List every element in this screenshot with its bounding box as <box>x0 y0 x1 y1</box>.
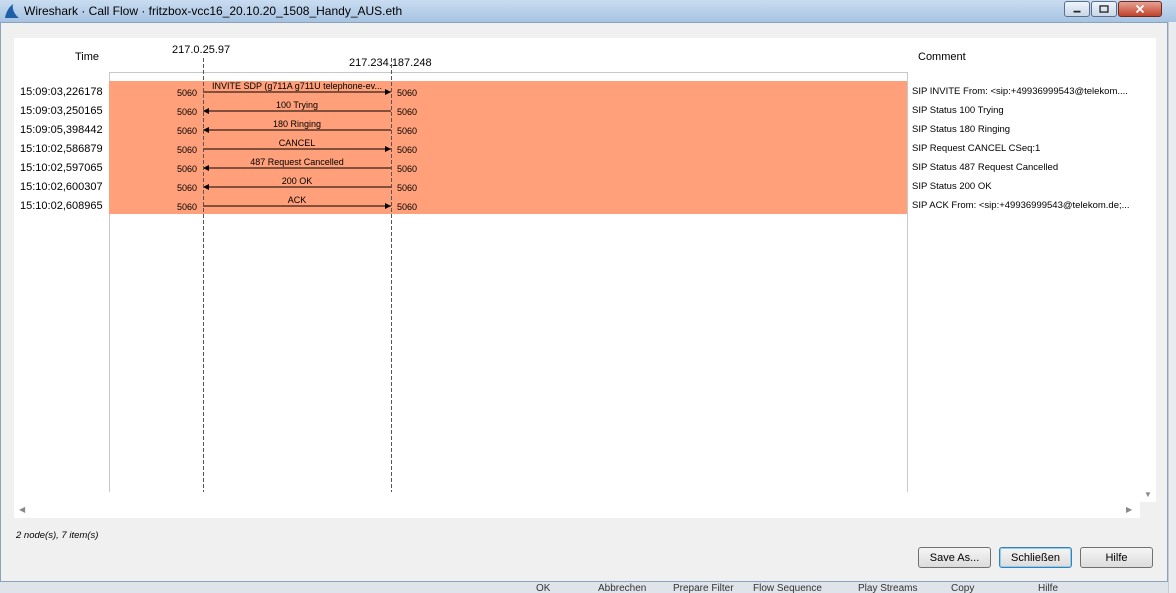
destination-port-label: 5060 <box>397 164 417 174</box>
flow-graph[interactable]: Time Comment 217.0.25.97 217.234.187.248… <box>14 38 1140 502</box>
destination-port-label: 5060 <box>397 126 417 136</box>
node-label-a: 217.0.25.97 <box>172 44 231 56</box>
save-as-button[interactable]: Save As... <box>918 547 991 568</box>
destination-port-label: 5060 <box>397 202 417 212</box>
flow-comment-cell: SIP Status 200 OK <box>912 181 992 192</box>
flow-comment-cell: SIP INVITE From: <sip:+49936999543@telek… <box>912 86 1128 97</box>
source-port-label: 5060 <box>177 145 197 155</box>
source-port-label: 5060 <box>177 126 197 136</box>
flow-comment-cell: SIP Status 487 Request Cancelled <box>912 162 1059 173</box>
maximize-icon <box>1099 5 1109 13</box>
flow-diagram: INVITE SDP (g711A g711U telephone-ev... 5… <box>109 81 907 214</box>
flow-top-border <box>109 72 907 73</box>
flow-time-cell: 15:09:03,250165 <box>20 105 103 117</box>
window-title: Wireshark · Call Flow · fritzbox-vcc16_2… <box>24 4 403 18</box>
bg-play-streams-label: Play Streams <box>858 583 918 593</box>
close-dialog-button[interactable]: Schließen <box>999 547 1072 568</box>
close-window-button[interactable] <box>1118 1 1162 17</box>
destination-port-label: 5060 <box>397 183 417 193</box>
scroll-left-arrow-icon[interactable]: ◀ <box>19 506 25 514</box>
vertical-scrollbar[interactable]: ▼ <box>1140 38 1156 502</box>
scroll-down-arrow-icon[interactable]: ▼ <box>1144 491 1152 499</box>
flow-comment-cell: SIP Status 180 Ringing <box>912 124 1011 135</box>
source-port-label: 5060 <box>177 183 197 193</box>
source-port-label: 5060 <box>177 164 197 174</box>
window-titlebar[interactable]: Wireshark · Call Flow · fritzbox-vcc16_2… <box>0 0 1176 23</box>
flow-right-border <box>907 72 908 492</box>
time-column-header: Time <box>75 51 100 63</box>
scroll-right-arrow-icon[interactable]: ▶ <box>1126 506 1132 514</box>
bg-help-label: Hilfe <box>1038 583 1059 593</box>
source-port-label: 5060 <box>177 88 197 98</box>
bg-flow-sequence-label: Flow Sequence <box>753 583 822 593</box>
flow-message-label: 100 Trying <box>276 100 318 110</box>
source-port-label: 5060 <box>177 107 197 117</box>
flow-time-cell: 15:10:02,608965 <box>20 200 103 212</box>
flow-message-label: 180 Ringing <box>273 119 321 129</box>
flow-comment-cell: SIP Status 100 Trying <box>912 105 1004 116</box>
minimize-icon <box>1073 10 1081 13</box>
bg-copy-label: Copy <box>951 583 975 593</box>
node-label-b: 217.234.187.248 <box>349 57 432 69</box>
background-toolbar: OK Abbrechen Prepare Filter Flow Sequenc… <box>0 582 1168 593</box>
flow-message-label: 487 Request Cancelled <box>250 157 344 167</box>
flow-time-cell: 15:10:02,597065 <box>20 162 103 174</box>
flow-time-cell: 15:09:03,226178 <box>20 86 103 98</box>
flow-message-label: 200 OK <box>282 176 313 186</box>
close-icon <box>1135 4 1145 14</box>
call-flow-dialog: Time Comment 217.0.25.97 217.234.187.248… <box>0 22 1168 582</box>
flow-highlight-bg <box>109 81 907 214</box>
flow-time-cell: 15:09:05,398442 <box>20 124 103 136</box>
comment-column-header: Comment <box>918 51 966 63</box>
source-port-label: 5060 <box>177 202 197 212</box>
wireshark-fin-icon <box>5 4 19 18</box>
bg-cancel-label: Abbrechen <box>598 583 647 593</box>
flow-comment-cell: SIP ACK From: <sip:+49936999543@telekom.… <box>912 200 1130 211</box>
horizontal-scrollbar[interactable]: ◀ ▶ <box>14 502 1140 518</box>
bg-ok-label: OK <box>536 583 551 593</box>
minimize-button[interactable] <box>1064 1 1090 17</box>
flow-time-cell: 15:10:02,600307 <box>20 181 103 193</box>
maximize-button[interactable] <box>1091 1 1117 17</box>
flow-message-label: CANCEL <box>279 138 316 148</box>
flow-message-label: ACK <box>288 195 307 205</box>
background-window-edge <box>1168 22 1176 593</box>
status-label: 2 node(s), 7 item(s) <box>16 530 99 541</box>
destination-port-label: 5060 <box>397 145 417 155</box>
flow-message-label: INVITE SDP (g711A g711U telephone-ev... <box>212 81 382 91</box>
destination-port-label: 5060 <box>397 107 417 117</box>
destination-port-label: 5060 <box>397 88 417 98</box>
flow-time-cell: 15:10:02,586879 <box>20 143 103 155</box>
flow-comment-cell: SIP Request CANCEL CSeq:1 <box>912 143 1041 154</box>
bg-prepare-filter-label: Prepare Filter <box>673 583 734 593</box>
help-button[interactable]: Hilfe <box>1080 547 1153 568</box>
